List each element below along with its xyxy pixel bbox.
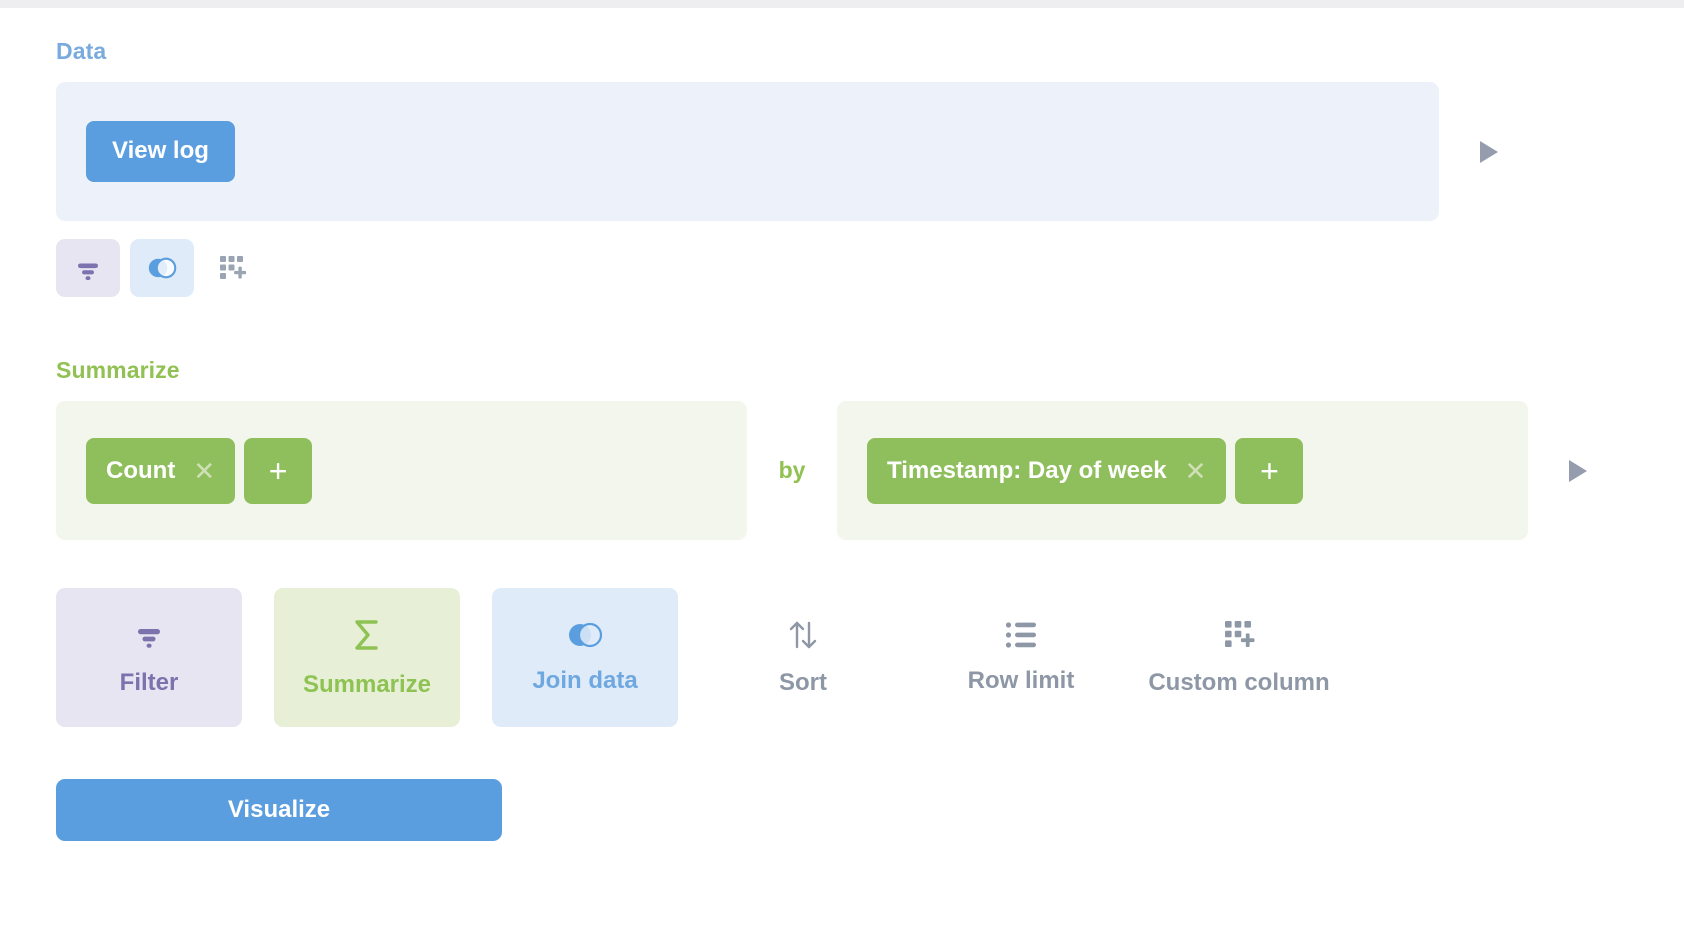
custom-column-icon [1222, 618, 1256, 652]
action-button-summarize[interactable]: Summarize [274, 588, 460, 727]
action-button-custom-column[interactable]: Custom column [1146, 588, 1332, 727]
breakout-clause-list: Timestamp: Day of week ✕ + [867, 437, 1304, 504]
run-data-step-button[interactable] [1439, 82, 1539, 221]
join-icon [564, 620, 606, 650]
notebook-action-buttons: Filter Summarize Join data Sort Row limi… [56, 588, 1628, 727]
aggregation-pill-count[interactable]: Count ✕ [86, 437, 236, 504]
play-icon [1476, 138, 1502, 166]
notebook-step-data: Data View log [0, 38, 1684, 297]
aggregation-clause-list: Count ✕ + [86, 437, 313, 504]
filter-icon [73, 253, 103, 283]
action-button-label: Sort [779, 669, 827, 696]
data-source-button[interactable]: View log [86, 121, 235, 182]
add-aggregation-button[interactable]: + [244, 437, 313, 504]
visualize-row: Visualize [56, 779, 1628, 841]
action-button-join-data[interactable]: Join data [492, 588, 678, 727]
quick-action-join-data[interactable] [130, 239, 194, 297]
action-button-label: Row limit [967, 667, 1075, 694]
add-breakout-button[interactable]: + [1235, 437, 1304, 504]
sort-icon [786, 618, 820, 652]
quick-action-custom-column[interactable] [204, 239, 260, 297]
custom-column-icon [217, 253, 247, 283]
join-icon [145, 255, 179, 281]
action-button-label: Join data [532, 667, 638, 694]
sigma-icon [349, 616, 385, 654]
data-step-row: View log [56, 82, 1628, 221]
action-button-label: Summarize [302, 671, 432, 698]
notebook-step-summarize: Summarize Count ✕ + by Timestamp: Day of… [0, 357, 1684, 841]
quick-action-filter[interactable] [56, 239, 120, 297]
play-icon [1565, 457, 1591, 485]
data-step-title: Data [56, 38, 107, 64]
aggregation-panel: Count ✕ + [56, 401, 747, 540]
close-icon[interactable]: ✕ [1185, 458, 1207, 484]
row-limit-icon [1004, 620, 1038, 650]
breakout-pill-label: Timestamp: Day of week [887, 456, 1167, 484]
data-step-panel: View log [56, 82, 1439, 221]
summarize-step-row: Count ✕ + by Timestamp: Day of week ✕ + [56, 401, 1628, 540]
action-button-label: Custom column [1148, 669, 1330, 696]
summarize-connector-label: by [778, 457, 806, 483]
data-step-quick-actions [56, 239, 1628, 297]
visualize-button[interactable]: Visualize [56, 779, 502, 841]
action-button-filter[interactable]: Filter [56, 588, 242, 727]
action-button-label: Filter [119, 669, 179, 696]
run-summarize-step-button[interactable] [1528, 401, 1628, 540]
filter-icon [132, 618, 166, 652]
action-button-row-limit[interactable]: Row limit [928, 588, 1114, 727]
action-button-sort[interactable]: Sort [710, 588, 896, 727]
query-notebook-editor: Data View log Summarize Count ✕ + by Tim… [0, 8, 1684, 841]
window-top-edge [0, 0, 1684, 8]
aggregation-pill-label: Count [106, 456, 176, 484]
breakout-pill-timestamp[interactable]: Timestamp: Day of week ✕ [867, 437, 1227, 504]
close-icon[interactable]: ✕ [193, 458, 215, 484]
breakout-panel: Timestamp: Day of week ✕ + [837, 401, 1528, 540]
summarize-step-title: Summarize [56, 357, 180, 383]
